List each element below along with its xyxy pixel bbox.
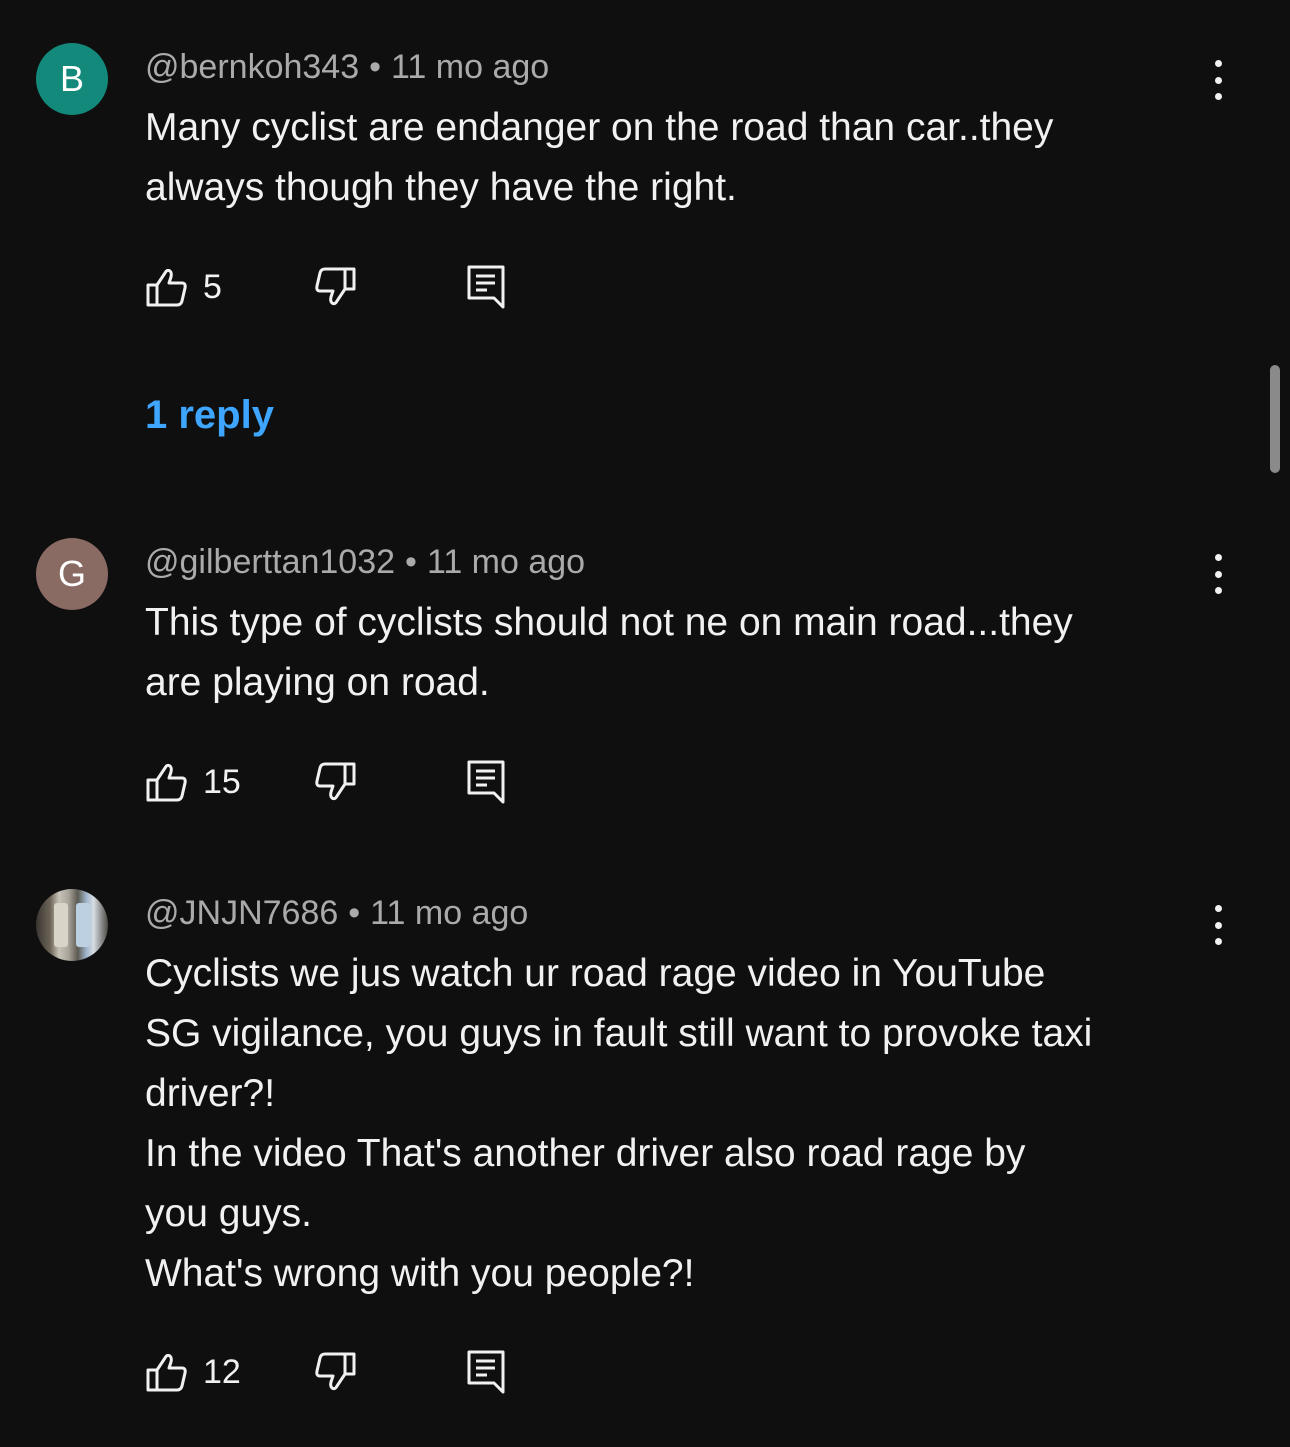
comment-actions: 12 xyxy=(145,1348,545,1396)
like-count: 5 xyxy=(203,267,222,306)
reply-comment-icon xyxy=(467,265,505,309)
thumbs-down-icon xyxy=(315,762,356,801)
timestamp[interactable]: 11 mo ago xyxy=(427,543,585,581)
thumbs-up-icon xyxy=(146,763,187,802)
reply-comment-icon xyxy=(467,1350,505,1394)
scrollbar-thumb[interactable] xyxy=(1270,365,1280,473)
username[interactable]: @gilberttan1032 xyxy=(145,543,395,581)
avatar[interactable]: G xyxy=(36,538,108,610)
timestamp[interactable]: 11 mo ago xyxy=(370,894,528,932)
timestamp[interactable]: 11 mo ago xyxy=(391,48,549,86)
reply-comment-icon xyxy=(467,760,505,804)
comment-actions: 5 xyxy=(145,263,545,311)
avatar-photo-detail xyxy=(76,903,90,947)
comment-actions: 15 xyxy=(145,758,545,806)
view-replies-link[interactable]: 1 reply xyxy=(145,393,274,438)
separator: • xyxy=(348,894,361,932)
separator: • xyxy=(369,48,382,86)
comment-text: This type of cyclists should not ne on m… xyxy=(145,601,1073,704)
like-button[interactable]: 15 xyxy=(145,758,241,806)
thumbs-down-icon xyxy=(315,1352,356,1391)
dislike-button[interactable] xyxy=(313,1348,357,1396)
like-button[interactable]: 5 xyxy=(145,263,222,311)
more-vertical-icon[interactable] xyxy=(1200,903,1236,947)
comment-text: Many cyclist are endanger on the road th… xyxy=(145,106,1054,209)
dislike-button[interactable] xyxy=(313,263,357,311)
comment-text: Cyclists we jus watch ur road rage video… xyxy=(145,952,1093,1295)
separator: • xyxy=(405,543,417,581)
reply-button[interactable] xyxy=(465,1348,509,1396)
avatar[interactable]: B xyxy=(36,43,108,115)
dislike-button[interactable] xyxy=(313,758,357,806)
reply-button[interactable] xyxy=(465,758,509,806)
thumbs-up-icon xyxy=(146,268,187,307)
username[interactable]: @bernkoh343 xyxy=(145,48,359,86)
like-button[interactable]: 12 xyxy=(145,1348,241,1396)
comment-header: @JNJN7686 • 11 mo ago xyxy=(145,893,528,933)
avatar-letter: G xyxy=(57,553,86,594)
avatar-letter: B xyxy=(59,58,84,99)
username[interactable]: @JNJN7686 xyxy=(145,894,338,932)
reply-button[interactable] xyxy=(465,263,509,311)
avatar-photo-detail xyxy=(54,903,68,947)
thumbs-up-icon xyxy=(146,1353,187,1392)
comment-header: @gilberttan1032 • 11 mo ago xyxy=(145,542,585,582)
thumbs-down-icon xyxy=(315,267,356,306)
like-count: 12 xyxy=(203,1352,241,1391)
avatar[interactable] xyxy=(36,889,108,961)
comment-header: @bernkoh343 • 11 mo ago xyxy=(145,47,549,87)
more-vertical-icon[interactable] xyxy=(1200,58,1236,102)
like-count: 15 xyxy=(203,762,241,801)
more-vertical-icon[interactable] xyxy=(1200,552,1236,596)
